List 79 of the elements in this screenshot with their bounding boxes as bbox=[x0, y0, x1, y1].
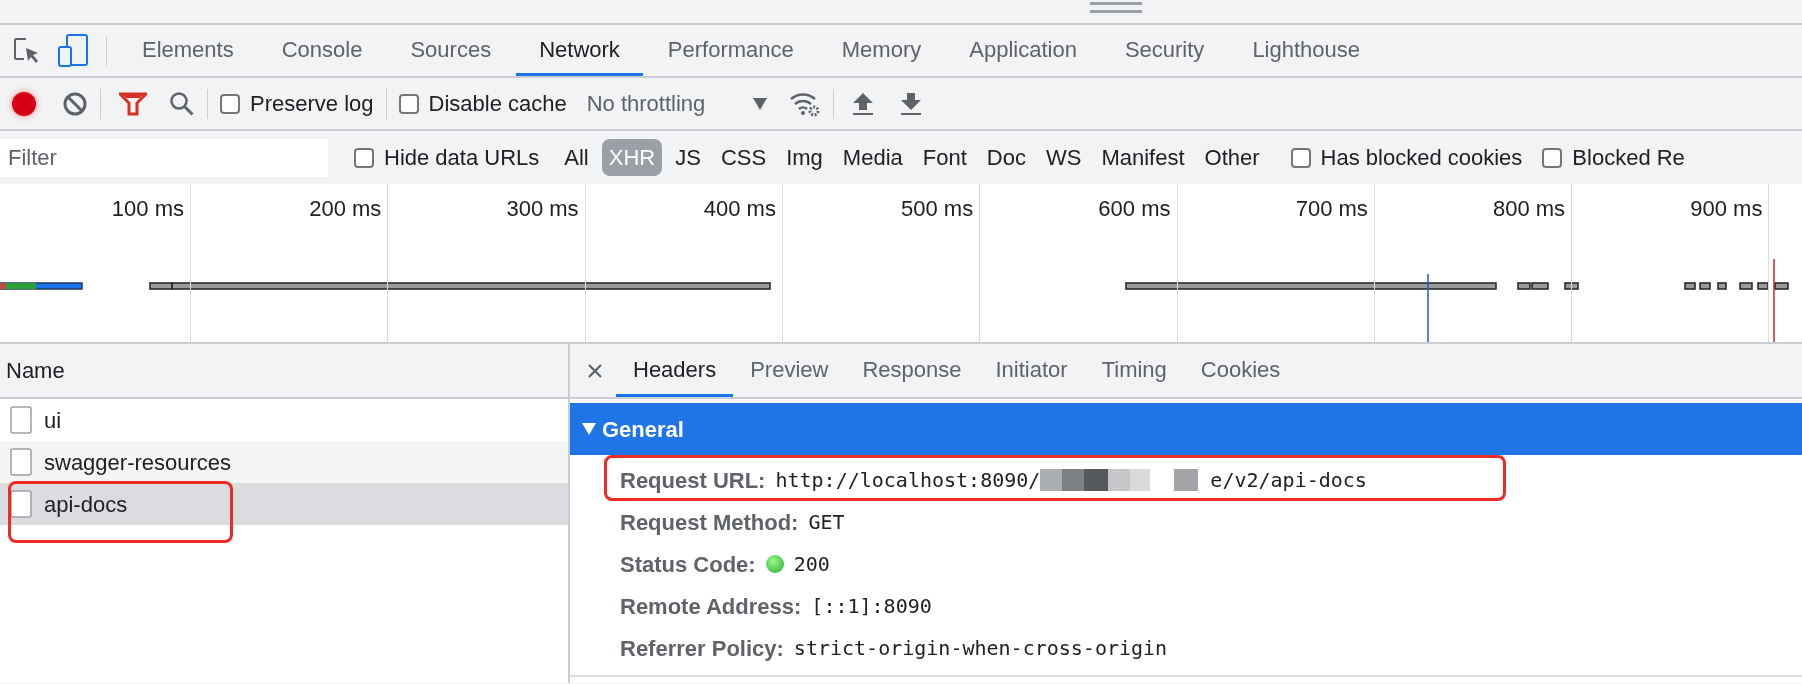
request-row[interactable]: api-docs bbox=[0, 483, 568, 525]
timeline-tick-label: 400 ms bbox=[703, 195, 776, 223]
checkbox[interactable] bbox=[398, 93, 419, 114]
caret-icon bbox=[753, 97, 768, 110]
header-value: [::1]:8090 bbox=[811, 593, 932, 620]
details-tab[interactable]: Preview bbox=[733, 344, 846, 397]
resource-type-filter[interactable]: Manifest bbox=[1094, 139, 1192, 176]
checkbox-label: Hide data URLs bbox=[384, 144, 540, 172]
panel-tab[interactable]: Console bbox=[258, 25, 386, 76]
timeline-tick-label: 100 ms bbox=[111, 195, 184, 223]
checkbox[interactable] bbox=[354, 147, 374, 168]
filter-input[interactable]: Filter bbox=[0, 138, 328, 177]
details-tab[interactable]: Response bbox=[845, 344, 979, 397]
details-tab[interactable]: Initiator bbox=[978, 344, 1085, 397]
resource-type-filter[interactable]: JS bbox=[668, 139, 708, 176]
panel-tab[interactable]: Network bbox=[516, 25, 643, 76]
resource-type-filter[interactable]: Other bbox=[1197, 139, 1267, 176]
record-button[interactable] bbox=[12, 91, 36, 116]
panel-tab[interactable]: Performance bbox=[644, 25, 817, 76]
checkbox[interactable] bbox=[1542, 147, 1563, 168]
close-icon[interactable] bbox=[588, 363, 602, 378]
resource-type-filter[interactable]: Media bbox=[835, 139, 910, 176]
header-value: 200 bbox=[793, 551, 830, 578]
checkbox-label: Blocked Re bbox=[1572, 144, 1685, 172]
timeline-tick-label: 200 ms bbox=[309, 195, 382, 223]
details-tab[interactable]: Timing bbox=[1084, 344, 1184, 397]
resource-type-filter[interactable]: Doc bbox=[979, 139, 1033, 176]
header-value: e/v2/api-docs bbox=[1210, 467, 1367, 494]
section-title: General bbox=[602, 415, 684, 444]
resource-type-filter[interactable]: Img bbox=[779, 139, 830, 176]
request-name: api-docs bbox=[44, 490, 128, 519]
panel-tab[interactable]: Memory bbox=[818, 25, 945, 76]
checkbox[interactable] bbox=[220, 93, 240, 114]
throttling-dropdown[interactable]: No throttling bbox=[586, 87, 768, 120]
device-toolbar-icon[interactable] bbox=[58, 33, 88, 68]
search-icon[interactable] bbox=[169, 90, 195, 117]
header-name: Status Code: bbox=[620, 550, 756, 579]
panel-tab[interactable]: Sources bbox=[387, 25, 515, 76]
document-icon bbox=[10, 490, 32, 518]
caret-icon bbox=[582, 423, 596, 435]
section-header[interactable]: General bbox=[570, 403, 1802, 455]
download-icon[interactable] bbox=[900, 91, 923, 116]
timeline-tick-label: 300 ms bbox=[506, 195, 579, 223]
clear-icon[interactable] bbox=[62, 90, 88, 117]
details-tab[interactable]: Headers bbox=[616, 344, 734, 397]
resource-type-filter[interactable]: CSS bbox=[713, 139, 774, 176]
checkbox[interactable] bbox=[1290, 147, 1311, 168]
panel-tab[interactable]: Lighthouse bbox=[1229, 25, 1384, 76]
checkbox-label: Has blocked cookies bbox=[1320, 144, 1523, 172]
document-icon bbox=[10, 406, 32, 434]
header-value: GET bbox=[808, 509, 845, 536]
resource-type-filter[interactable]: WS bbox=[1038, 139, 1089, 176]
panel-tab[interactable]: Application bbox=[946, 25, 1100, 76]
document-icon bbox=[10, 448, 32, 476]
upload-icon[interactable] bbox=[852, 91, 875, 116]
timeline-tick-label: 900 ms bbox=[1690, 195, 1763, 223]
header-name: Request Method: bbox=[620, 508, 799, 537]
panel-tab[interactable]: Security bbox=[1101, 25, 1228, 76]
details-tab[interactable]: Cookies bbox=[1183, 344, 1298, 397]
panel-tab[interactable]: Elements bbox=[119, 25, 257, 76]
timeline-tick-label: 500 ms bbox=[901, 195, 974, 223]
timeline-tick-label: 600 ms bbox=[1098, 195, 1171, 223]
header-value: strict-origin-when-cross-origin bbox=[793, 635, 1168, 662]
resource-type-filter[interactable]: All bbox=[557, 139, 596, 176]
filter-icon[interactable] bbox=[119, 91, 147, 116]
checkbox-label: Preserve log bbox=[250, 90, 374, 118]
drag-handle-icon[interactable] bbox=[1090, 2, 1142, 14]
timeline-tick-label: 800 ms bbox=[1492, 195, 1566, 223]
column-header[interactable]: Name bbox=[0, 344, 568, 399]
timeline-tick-label: 700 ms bbox=[1295, 195, 1368, 223]
header-name: Request URL: bbox=[620, 466, 766, 495]
header-name: Remote Address: bbox=[620, 592, 802, 621]
header-value: http://localhost:8090/ bbox=[775, 467, 1041, 494]
request-name: ui bbox=[44, 406, 62, 435]
resource-type-filter[interactable]: Font bbox=[915, 139, 974, 176]
header-name: Referrer Policy: bbox=[620, 634, 784, 663]
request-name: swagger-resources bbox=[44, 448, 232, 477]
request-row[interactable]: swagger-resources bbox=[0, 441, 568, 483]
checkbox-label: Disable cache bbox=[428, 90, 567, 118]
